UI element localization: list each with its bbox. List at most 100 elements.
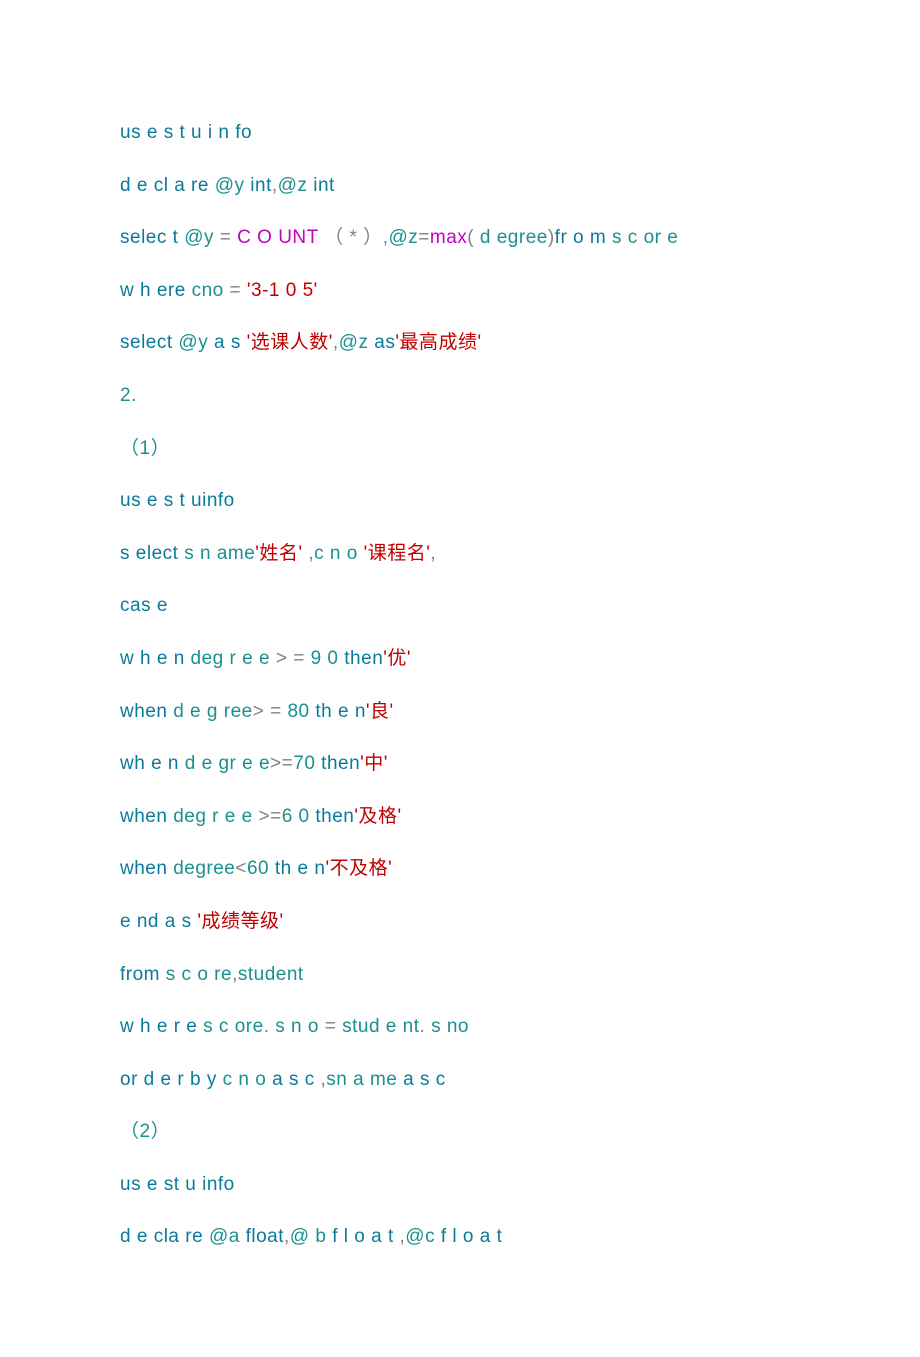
token-var: @a (209, 1226, 246, 1247)
token-punc: = (220, 227, 237, 248)
code-line: us e s t u i n fo (120, 120, 800, 147)
token-id: cno (192, 280, 230, 301)
token-punc: = (325, 1016, 342, 1037)
token-plain: （1） (120, 438, 170, 459)
token-punc: , (430, 543, 436, 564)
token-kw: when (120, 858, 173, 879)
token-kw: d e cl a re (120, 175, 215, 196)
token-id: stud e nt (342, 1016, 419, 1037)
code-line: w h e n deg r e e > = 9 0 then'优' (120, 646, 800, 673)
token-op: >= (270, 753, 293, 774)
token-var: @y (215, 175, 251, 196)
token-kw: as (374, 332, 395, 353)
token-str: '不及格' (325, 858, 392, 879)
token-kw: a s (214, 332, 247, 353)
token-kw: a s c (272, 1069, 320, 1090)
token-op: < (235, 858, 247, 879)
token-kw: us e s t u i n fo (120, 122, 252, 143)
token-kw: selec t (120, 227, 184, 248)
code-line: or d e r b y c n o a s c ,sn a me a s c (120, 1067, 800, 1094)
token-id: d e gr e e (185, 753, 270, 774)
token-str: '3-1 0 5' (247, 280, 318, 301)
token-kw: w h e r e (120, 1016, 203, 1037)
code-line: when d e g ree> = 80 th e n'良' (120, 699, 800, 726)
token-id: c n o (314, 543, 363, 564)
token-kw: d e cla re (120, 1226, 209, 1247)
token-kw: th e n (275, 858, 326, 879)
code-line: （2） (120, 1119, 800, 1146)
token-kw: e nd a s (120, 911, 197, 932)
token-kw: then (344, 648, 383, 669)
token-punc: ) (548, 227, 555, 248)
token-kw: then (321, 753, 360, 774)
token-id: s n o (275, 1016, 324, 1037)
token-kw: or d e r b y (120, 1069, 223, 1090)
token-str: '最高成绩' (395, 332, 481, 353)
token-str: '课程名' (364, 543, 431, 564)
token-kw: f l o a t (332, 1226, 399, 1247)
token-fn: max (430, 227, 467, 248)
token-str: '姓名' (255, 543, 302, 564)
token-kw: us e s t uinfo (120, 490, 235, 511)
token-id: s n ame (184, 543, 255, 564)
code-line: from s c o re,student (120, 962, 800, 989)
token-id: deg r e e (191, 648, 276, 669)
token-kw: then (315, 806, 354, 827)
token-kw: select (120, 332, 178, 353)
token-var: @z (339, 332, 375, 353)
token-id: degree (173, 858, 235, 879)
code-line: when degree<60 th e n'不及格' (120, 856, 800, 883)
code-line: us e s t uinfo (120, 488, 800, 515)
token-plain: （2） (120, 1121, 170, 1142)
token-kw: f l o a t (441, 1226, 503, 1247)
token-var: @z (388, 227, 418, 248)
code-line: e nd a s '成绩等级' (120, 909, 800, 936)
token-kw: int (313, 175, 335, 196)
code-line: d e cla re @a float,@ b f l o a t ,@c f … (120, 1224, 800, 1251)
code-line: us e st u info (120, 1172, 800, 1199)
token-var: @z (278, 175, 314, 196)
token-id: s c ore (203, 1016, 264, 1037)
token-str: '选课人数' (247, 332, 333, 353)
code-line: w h e r e s c ore. s n o = stud e nt. s … (120, 1014, 800, 1041)
code-line: s elect s n ame'姓名' ,c n o '课程名', (120, 541, 800, 568)
token-num: 6 0 (282, 806, 316, 827)
token-kw: when (120, 806, 173, 827)
token-num: 9 0 (311, 648, 345, 669)
token-str: '中' (360, 753, 388, 774)
token-var: @y (184, 227, 220, 248)
token-id: d e g ree (173, 701, 253, 722)
token-var: @y (178, 332, 214, 353)
token-id: s no (431, 1016, 469, 1037)
token-punc: , (303, 543, 315, 564)
code-line: select @y a s '选课人数',@z as'最高成绩' (120, 330, 800, 357)
token-plain: 2. (120, 385, 137, 406)
token-punc: ） (363, 227, 383, 248)
code-line: selec t @y = C O UNT （ * ）,@z=max( d egr… (120, 225, 800, 252)
token-id: s c o re (166, 964, 232, 985)
token-kw: from (120, 964, 166, 985)
token-id: sn a me (326, 1069, 403, 1090)
token-kw: wh e n (120, 753, 185, 774)
token-var: @ b (290, 1226, 332, 1247)
token-id: s c or e (612, 227, 678, 248)
code-line: （1） (120, 436, 800, 463)
token-num: 70 (293, 753, 321, 774)
token-punc: = (230, 280, 247, 301)
token-punc: . (264, 1016, 276, 1037)
token-punc: . (420, 1016, 432, 1037)
token-kw: th e n (315, 701, 366, 722)
token-kw: fr o m (555, 227, 612, 248)
token-str: '优' (383, 648, 411, 669)
token-num: 80 (287, 701, 315, 722)
code-line: when deg r e e >=6 0 then'及格' (120, 804, 800, 831)
code-line: w h ere cno = '3-1 0 5' (120, 278, 800, 305)
token-kw: when (120, 701, 173, 722)
token-id: c n o (223, 1069, 272, 1090)
document-page: us e s t u i n fod e cl a re @y int,@z i… (0, 0, 920, 1357)
code-line: d e cl a re @y int,@z int (120, 173, 800, 200)
token-punc: = (418, 227, 430, 248)
token-id: student (238, 964, 304, 985)
token-kw: int (250, 175, 272, 196)
token-str: '良' (366, 701, 394, 722)
